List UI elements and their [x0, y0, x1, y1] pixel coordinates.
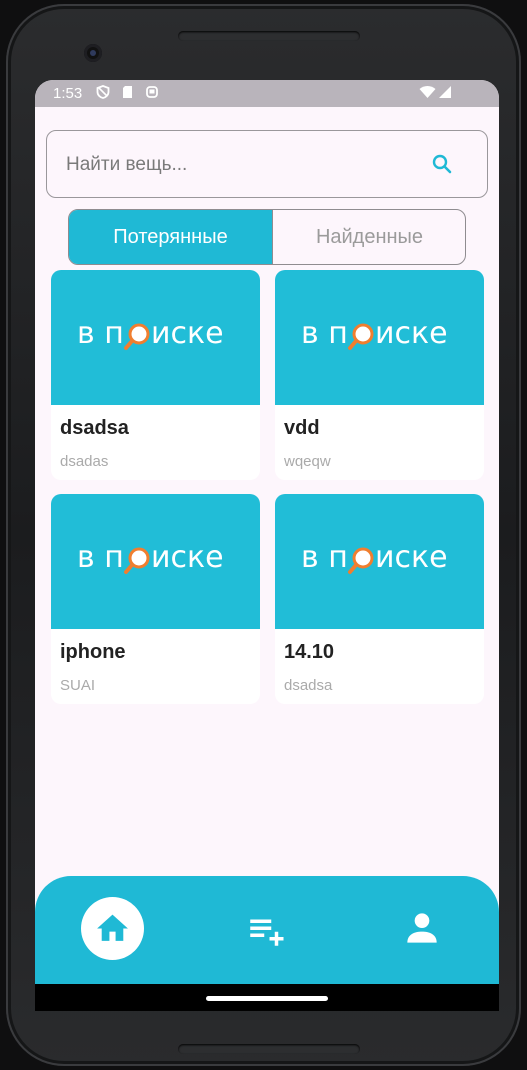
item-subtitle: SUAI: [60, 677, 96, 694]
card-image: в п иске: [51, 494, 260, 629]
card-image: в п иске: [275, 270, 484, 405]
app-screen: 1:53 Потерянные Найденные: [35, 80, 499, 1011]
bottom-speaker: [178, 1044, 360, 1054]
segmented-tabs: Потерянные Найденные: [68, 209, 466, 265]
search-bar[interactable]: [46, 130, 488, 198]
sd-card-icon: [123, 86, 132, 98]
tab-lost[interactable]: Потерянные: [69, 210, 273, 264]
item-card[interactable]: в п иске iphone SUAI: [51, 494, 260, 704]
card-image: в п иске: [51, 270, 260, 405]
status-time: 1:53: [53, 85, 83, 102]
v-poiske-logo: в п иске: [301, 540, 448, 575]
item-subtitle: wqeqw: [284, 453, 331, 470]
svg-text:иске: иске: [151, 540, 224, 575]
wifi-icon: [419, 86, 436, 98]
item-title: 14.10: [284, 641, 335, 663]
earpiece-speaker: [178, 31, 360, 41]
search-input[interactable]: [64, 151, 408, 179]
signal-icon: [439, 86, 451, 98]
svg-text:иске: иске: [375, 540, 448, 575]
home-icon: [97, 914, 128, 941]
svg-text:иске: иске: [375, 316, 448, 351]
tab-found[interactable]: Найденные: [273, 210, 465, 264]
front-camera: [84, 44, 102, 62]
item-card[interactable]: в п иске dsadsa dsadas: [51, 270, 260, 480]
item-card[interactable]: в п иске vdd wqeqw: [275, 270, 484, 480]
card-image: в п иске: [275, 494, 484, 629]
v-poiske-logo: в п иске: [301, 316, 448, 351]
nav-profile-button[interactable]: [400, 906, 444, 950]
item-subtitle: dsadsa: [284, 677, 333, 694]
nav-add-button[interactable]: [245, 909, 287, 951]
svg-text:в п: в п: [77, 316, 124, 351]
svg-text:в п: в п: [301, 316, 348, 351]
v-poiske-logo: в п иске: [77, 540, 224, 575]
item-title: dsadsa: [60, 417, 129, 439]
item-title: vdd: [284, 417, 320, 439]
home-gesture-bar[interactable]: [206, 996, 328, 1001]
v-poiske-logo: в п иске: [77, 316, 224, 351]
search-icon[interactable]: [430, 152, 454, 176]
bottom-navigation: [35, 876, 499, 984]
item-card[interactable]: в п иске 14.10 dsadsa: [275, 494, 484, 704]
nav-home-button[interactable]: [81, 897, 144, 960]
playlist-add-icon: [250, 919, 284, 946]
person-icon: [407, 913, 437, 943]
gesture-area: [35, 984, 499, 1011]
svg-text:в п: в п: [301, 540, 348, 575]
svg-text:иске: иске: [151, 316, 224, 351]
item-subtitle: dsadas: [60, 453, 109, 470]
svg-text:в п: в п: [77, 540, 124, 575]
status-bar: 1:53: [35, 80, 499, 107]
android-icon: [146, 86, 158, 98]
shield-icon: [96, 85, 110, 99]
item-title: iphone: [60, 641, 126, 663]
